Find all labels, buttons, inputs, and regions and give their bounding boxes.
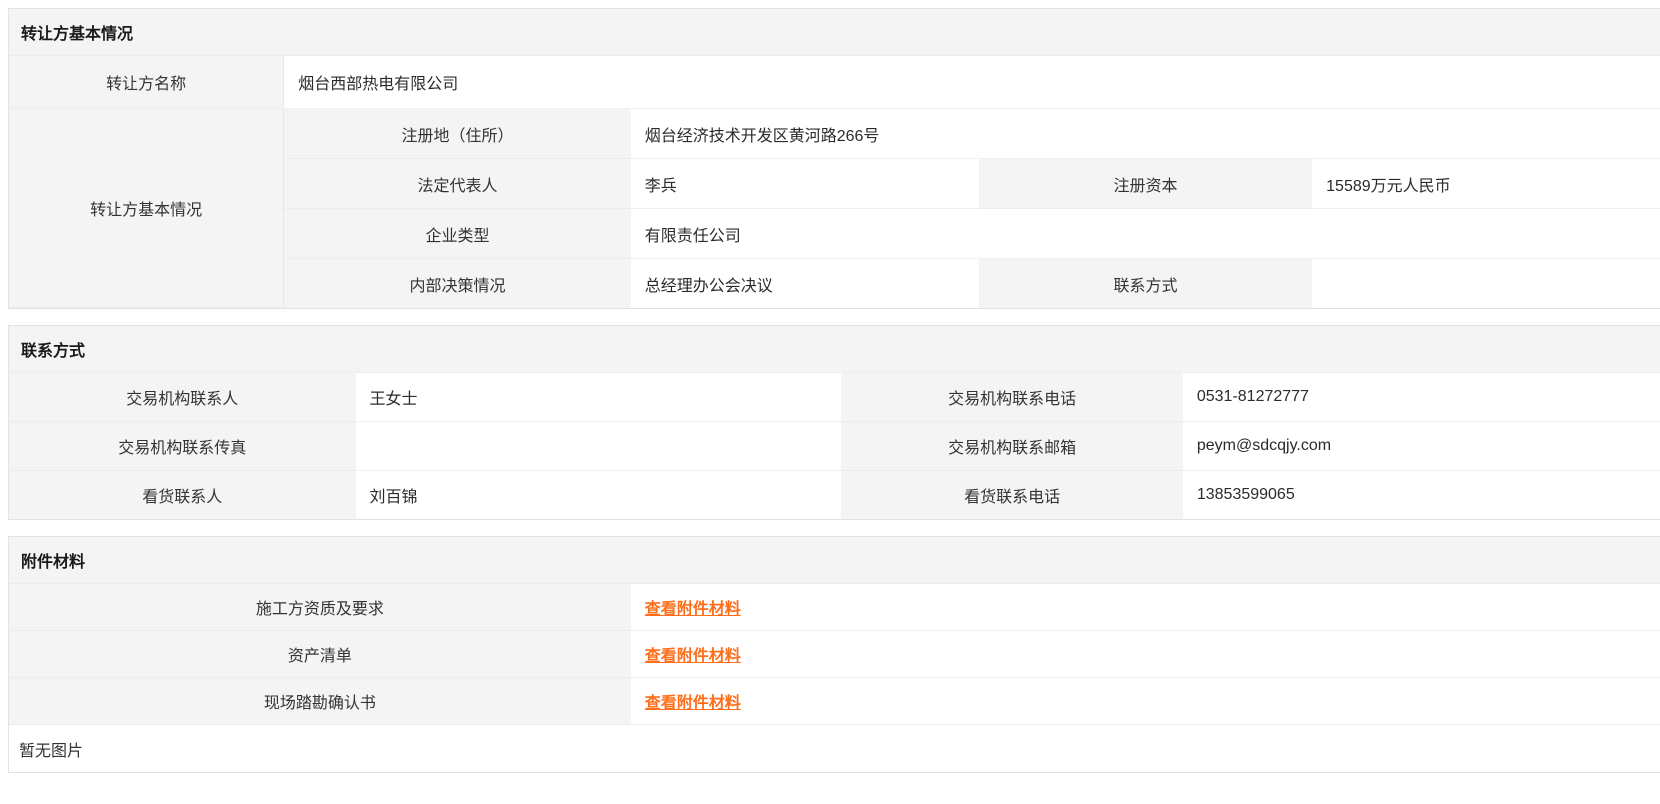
internal-decision-value: 总经理办公会决议: [631, 259, 979, 308]
transferor-name-label: 转让方名称: [9, 56, 284, 109]
registered-capital-value: 15589万元人民币: [1312, 159, 1660, 209]
internal-decision-label: 内部决策情况: [284, 259, 631, 308]
section-header-contact: 联系方式: [9, 326, 1660, 373]
contact-info-table: 联系方式 交易机构联系人 王女士 交易机构联系电话 0531-81272777 …: [8, 325, 1660, 520]
table-row: 现场踏勘确认书 查看附件材料: [9, 678, 1660, 725]
agency-fax-value: [356, 422, 842, 471]
viewing-contact-label: 看货联系人: [9, 471, 356, 519]
site-survey-label: 现场踏勘确认书: [9, 678, 631, 725]
viewing-contact-value: 刘百锦: [356, 471, 842, 519]
transferor-basic-group-label: 转让方基本情况: [9, 109, 284, 308]
contractor-qualification-label: 施工方资质及要求: [9, 584, 631, 631]
agency-contact-value: 王女士: [356, 373, 842, 422]
agency-contact-label: 交易机构联系人: [9, 373, 356, 422]
table-row: 交易机构联系传真 交易机构联系邮箱 peym@sdcqjy.com: [9, 422, 1660, 471]
view-attachment-link-site-survey[interactable]: 查看附件材料: [645, 695, 741, 712]
site-survey-attachment-cell: 查看附件材料: [631, 678, 1660, 725]
legal-representative-value: 李兵: [631, 159, 979, 209]
table-row: 转让方名称 烟台西部热电有限公司: [9, 56, 1660, 109]
contact-method-value: [1312, 259, 1660, 308]
section-title-contact: 联系方式: [9, 326, 1660, 373]
agency-fax-label: 交易机构联系传真: [9, 422, 356, 471]
section-header-transferor: 转让方基本情况: [9, 9, 1660, 56]
view-attachment-link-qualification[interactable]: 查看附件材料: [645, 601, 741, 618]
contact-method-label: 联系方式: [979, 259, 1312, 308]
asset-list-label: 资产清单: [9, 631, 631, 678]
agency-email-value: peym@sdcqjy.com: [1183, 422, 1660, 471]
attachments-table: 附件材料 施工方资质及要求 查看附件材料 资产清单 查看附件材料 现场踏勘确认书…: [8, 536, 1660, 773]
viewing-phone-label: 看货联系电话: [841, 471, 1183, 519]
enterprise-type-label: 企业类型: [284, 209, 631, 259]
table-row: 施工方资质及要求 查看附件材料: [9, 584, 1660, 631]
enterprise-type-value: 有限责任公司: [631, 209, 1660, 259]
table-row: 看货联系人 刘百锦 看货联系电话 13853599065: [9, 471, 1660, 519]
table-row: 转让方基本情况 注册地（住所） 烟台经济技术开发区黄河路266号: [9, 109, 1660, 159]
asset-list-attachment-cell: 查看附件材料: [631, 631, 1660, 678]
section-header-attachments: 附件材料: [9, 537, 1660, 584]
transferor-info-table: 转让方基本情况 转让方名称 烟台西部热电有限公司 转让方基本情况 注册地（住所）…: [8, 8, 1660, 309]
agency-email-label: 交易机构联系邮箱: [841, 422, 1183, 471]
section-title-transferor: 转让方基本情况: [9, 9, 1660, 56]
registered-address-value: 烟台经济技术开发区黄河路266号: [631, 109, 1660, 159]
table-row: 交易机构联系人 王女士 交易机构联系电话 0531-81272777: [9, 373, 1660, 422]
viewing-phone-value: 13853599065: [1183, 471, 1660, 519]
agency-phone-label: 交易机构联系电话: [841, 373, 1183, 422]
contractor-qualification-attachment-cell: 查看附件材料: [631, 584, 1660, 631]
table-row: 资产清单 查看附件材料: [9, 631, 1660, 678]
view-attachment-link-asset-list[interactable]: 查看附件材料: [645, 648, 741, 665]
registered-address-label: 注册地（住所）: [284, 109, 631, 159]
legal-representative-label: 法定代表人: [284, 159, 631, 209]
no-image-text: 暂无图片: [9, 725, 1660, 772]
section-title-attachments: 附件材料: [9, 537, 1660, 584]
table-row: 暂无图片: [9, 725, 1660, 772]
transferor-name-value: 烟台西部热电有限公司: [284, 56, 1660, 109]
registered-capital-label: 注册资本: [979, 159, 1312, 209]
agency-phone-value: 0531-81272777: [1183, 373, 1660, 422]
